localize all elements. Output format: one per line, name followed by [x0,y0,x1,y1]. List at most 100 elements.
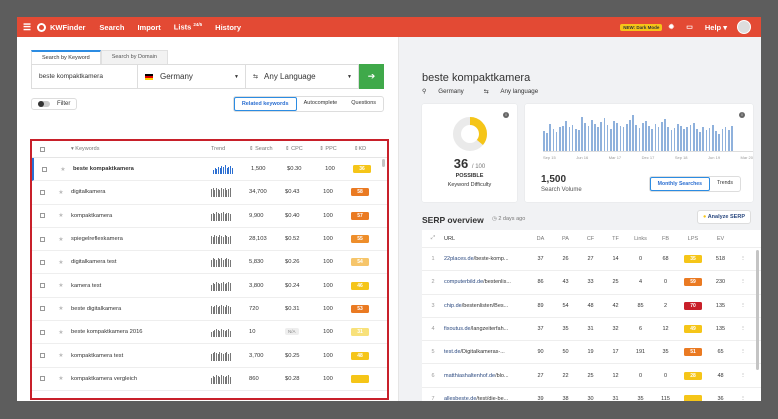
scrollbar[interactable] [756,250,759,370]
analyze-serp-button[interactable]: ● Analyze SERP [697,210,751,224]
filter-button[interactable]: Filter [31,98,78,110]
star-icon[interactable]: ★ [51,375,71,382]
nav-lists[interactable]: Lists 24/5 [174,22,202,32]
more-icon[interactable]: ⋮ [733,349,753,355]
nav-history[interactable]: History [215,23,241,32]
star-icon[interactable]: ★ [51,236,71,243]
trend-sparkline [211,281,243,291]
table-row[interactable]: 7 allesbeste.de/test/die-be... 39 38 30 … [422,388,761,401]
table-row[interactable]: ★ digitalkamera 34,700 $0.43 100 58 [32,181,387,205]
info-icon[interactable]: i [503,112,509,118]
col-kd[interactable]: ⇕ KD [343,146,377,152]
table-row[interactable]: 5 test.de/Digitalkameras-... 90 50 19 17… [422,341,761,365]
row-checkbox[interactable] [40,376,45,382]
lps-badge: 35 [684,255,702,264]
table-row[interactable]: 6 matthiashaltenhof.de/blo... 27 22 25 1… [422,364,761,388]
dark-mode-badge[interactable]: NEW: Dark Mode [620,23,663,31]
row-checkbox[interactable] [40,236,45,242]
row-checkbox[interactable] [40,189,45,195]
serp-url[interactable]: allesbeste.de/test/die-be... [444,396,528,401]
serp-url[interactable]: 22places.de/beste-komp... [444,256,528,262]
col-keywords[interactable]: ▾ Keywords [71,146,211,152]
sv-caption: Search Volume [541,187,582,193]
x-tick-label: Sep 18 [674,155,688,160]
col-cpc[interactable]: ⇕ CPC [285,146,313,152]
app-logo[interactable]: KWFinder [37,22,85,32]
table-row[interactable]: ★ kompaktkamera test 3,700 $0.25 100 48 [32,344,387,368]
tab-questions[interactable]: Questions [344,97,383,111]
col-trend[interactable]: Trend [211,146,243,152]
row-checkbox[interactable] [40,353,45,359]
row-checkbox[interactable] [40,283,45,289]
gear-icon[interactable]: ✹ [668,23,674,31]
more-icon[interactable]: ⋮ [733,326,753,332]
table-row[interactable]: ★ kamera test 3,800 $0.24 100 46 [32,274,387,298]
nav-search[interactable]: Search [99,23,124,32]
row-checkbox[interactable] [40,213,45,219]
filter-toggle[interactable] [38,101,50,107]
scrollbar[interactable] [382,159,385,167]
star-icon[interactable]: ★ [51,189,71,196]
more-icon[interactable]: ⋮ [733,279,753,285]
search-button[interactable]: ➔ [359,64,384,89]
row-checkbox[interactable] [40,306,45,312]
col-ppc[interactable]: ⇕ PPC [313,146,343,152]
language-select[interactable]: ⇆ Any Language ▼ [246,65,359,88]
row-checkbox[interactable] [40,259,45,265]
trend-bar [229,352,231,361]
table-row[interactable]: ★ beste kompaktkamera 1,500 $0.30 100 36 [32,158,387,182]
more-icon[interactable]: ⋮ [733,303,753,309]
star-icon[interactable]: ★ [51,329,71,336]
col-search[interactable]: ⇕ Search [243,146,285,152]
more-icon[interactable]: ⋮ [733,256,753,262]
serp-url[interactable]: chip.de/bestenlisten/Bes... [444,303,528,309]
star-icon[interactable]: ★ [51,305,71,312]
volume-bar [708,128,711,151]
serp-url[interactable]: test.de/Digitalkameras-... [444,349,528,355]
serp-url[interactable]: computerbild.de/bestenlis... [444,279,528,285]
tab-search-by-domain[interactable]: Search by Domain [100,50,168,64]
tab-related-keywords[interactable]: Related keywords [233,97,297,111]
table-row[interactable]: 2 computerbild.de/bestenlis... 86 43 33 … [422,271,761,295]
kd-badge: 46 [351,281,369,290]
x-tick-label: Jun 19 [708,155,721,160]
table-row[interactable]: ★ spiegelreflexkamera 28,103 $0.52 100 5… [32,228,387,252]
help-menu[interactable]: Help ▾ [705,23,727,32]
table-row[interactable]: ★ digitalkamera test 5,830 $0.26 100 54 [32,251,387,275]
table-row[interactable]: 3 chip.de/bestenlisten/Bes... 89 54 48 4… [422,295,761,318]
keyword-input[interactable]: beste kompaktkamera [32,65,138,88]
star-icon[interactable]: ★ [51,352,71,359]
star-icon[interactable]: ★ [51,259,71,266]
tab-search-by-keyword[interactable]: Search by Keyword [31,50,101,64]
serp-url[interactable]: fixoutus.de/langzeiterfah... [444,326,528,332]
x-tick-label: Mar 20 [740,155,753,160]
table-row[interactable]: ★ kompaktkamera 9,900 $0.40 100 57 [32,205,387,228]
select-all-checkbox[interactable] [40,146,45,152]
tab-monthly-searches[interactable]: Monthly Searches [649,177,711,191]
more-icon[interactable]: ⋮ [733,396,753,401]
row-checkbox[interactable] [40,329,45,335]
table-row[interactable]: ★ beste kompaktkamera 2016 10 N/A 100 31 [32,321,387,345]
message-icon[interactable]: ▭ [686,23,693,31]
table-row[interactable]: 4 fixoutus.de/langzeiterfah... 37 35 31 … [422,318,761,342]
tab-trends[interactable]: Trends [710,177,740,191]
volume-bar [587,126,590,151]
row-checkbox[interactable] [42,166,47,172]
star-icon[interactable]: ★ [53,166,73,173]
country-select[interactable]: Germany ▼ [138,65,246,88]
serp-url[interactable]: matthiashaltenhof.de/blo... [444,373,528,379]
menu-icon[interactable]: ☰ [17,22,37,33]
star-icon[interactable]: ★ [51,282,71,289]
table-row[interactable]: ★ beste digitalkamera 720 $0.31 100 53 [32,298,387,322]
keyword-cell: beste kompaktkamera [73,166,134,173]
table-row[interactable]: ★ kompaktkamera vergleich 860 $0.28 100 [32,368,387,391]
kd-donut [453,117,487,151]
table-row[interactable]: 1 22places.de/beste-komp... 37 26 27 14 … [422,248,761,272]
star-icon[interactable]: ★ [51,212,71,219]
volume-bar [622,127,625,151]
more-icon[interactable]: ⋮ [733,373,753,379]
avatar[interactable] [737,20,751,34]
expand-icon[interactable]: ⤢ [422,235,444,242]
tab-autocomplete[interactable]: Autocomplete [297,97,345,111]
nav-import[interactable]: Import [137,23,160,32]
